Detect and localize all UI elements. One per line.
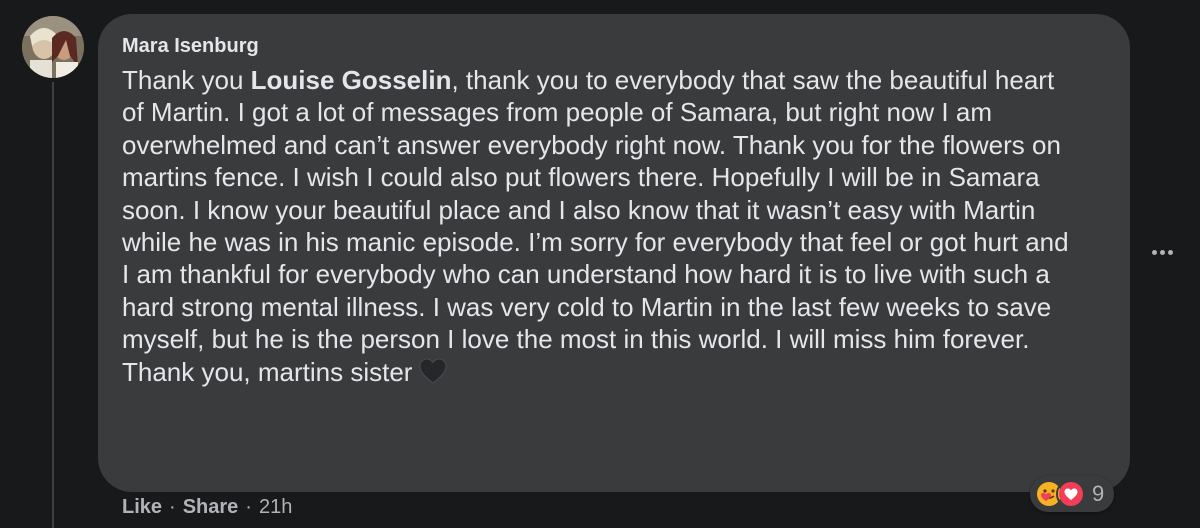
- separator: ·: [245, 496, 252, 518]
- like-button[interactable]: Like: [122, 496, 162, 519]
- more-dot: [1167, 249, 1173, 255]
- love-icon: [1056, 479, 1086, 509]
- avatar[interactable]: [22, 16, 84, 78]
- more-options-button[interactable]: [1150, 240, 1174, 264]
- comment-bubble: Mara Isenburg Thank you Louise Gosselin,…: [98, 14, 1130, 492]
- black-heart-icon: [418, 357, 448, 392]
- more-dot: [1159, 249, 1165, 255]
- comment-text-intro: Thank you: [122, 65, 251, 95]
- avatar-photo: [22, 16, 84, 78]
- more-dot: [1151, 249, 1157, 255]
- thread-line: [52, 82, 54, 528]
- timestamp[interactable]: 21h: [259, 496, 292, 519]
- comment-page: Mara Isenburg Thank you Louise Gosselin,…: [0, 0, 1200, 528]
- share-button[interactable]: Share: [183, 496, 239, 519]
- separator: ·: [169, 496, 176, 518]
- reactions-summary[interactable]: 9: [1030, 476, 1115, 512]
- comment-actions: Like · Share · 21h: [122, 496, 292, 519]
- comment-text-body: , thank you to everybody that saw the be…: [122, 65, 1069, 387]
- comment-text: Thank you Louise Gosselin, thank you to …: [122, 64, 1082, 392]
- mention-link[interactable]: Louise Gosselin: [251, 65, 452, 95]
- comment-author[interactable]: Mara Isenburg: [122, 34, 1106, 58]
- reaction-count: 9: [1092, 481, 1105, 506]
